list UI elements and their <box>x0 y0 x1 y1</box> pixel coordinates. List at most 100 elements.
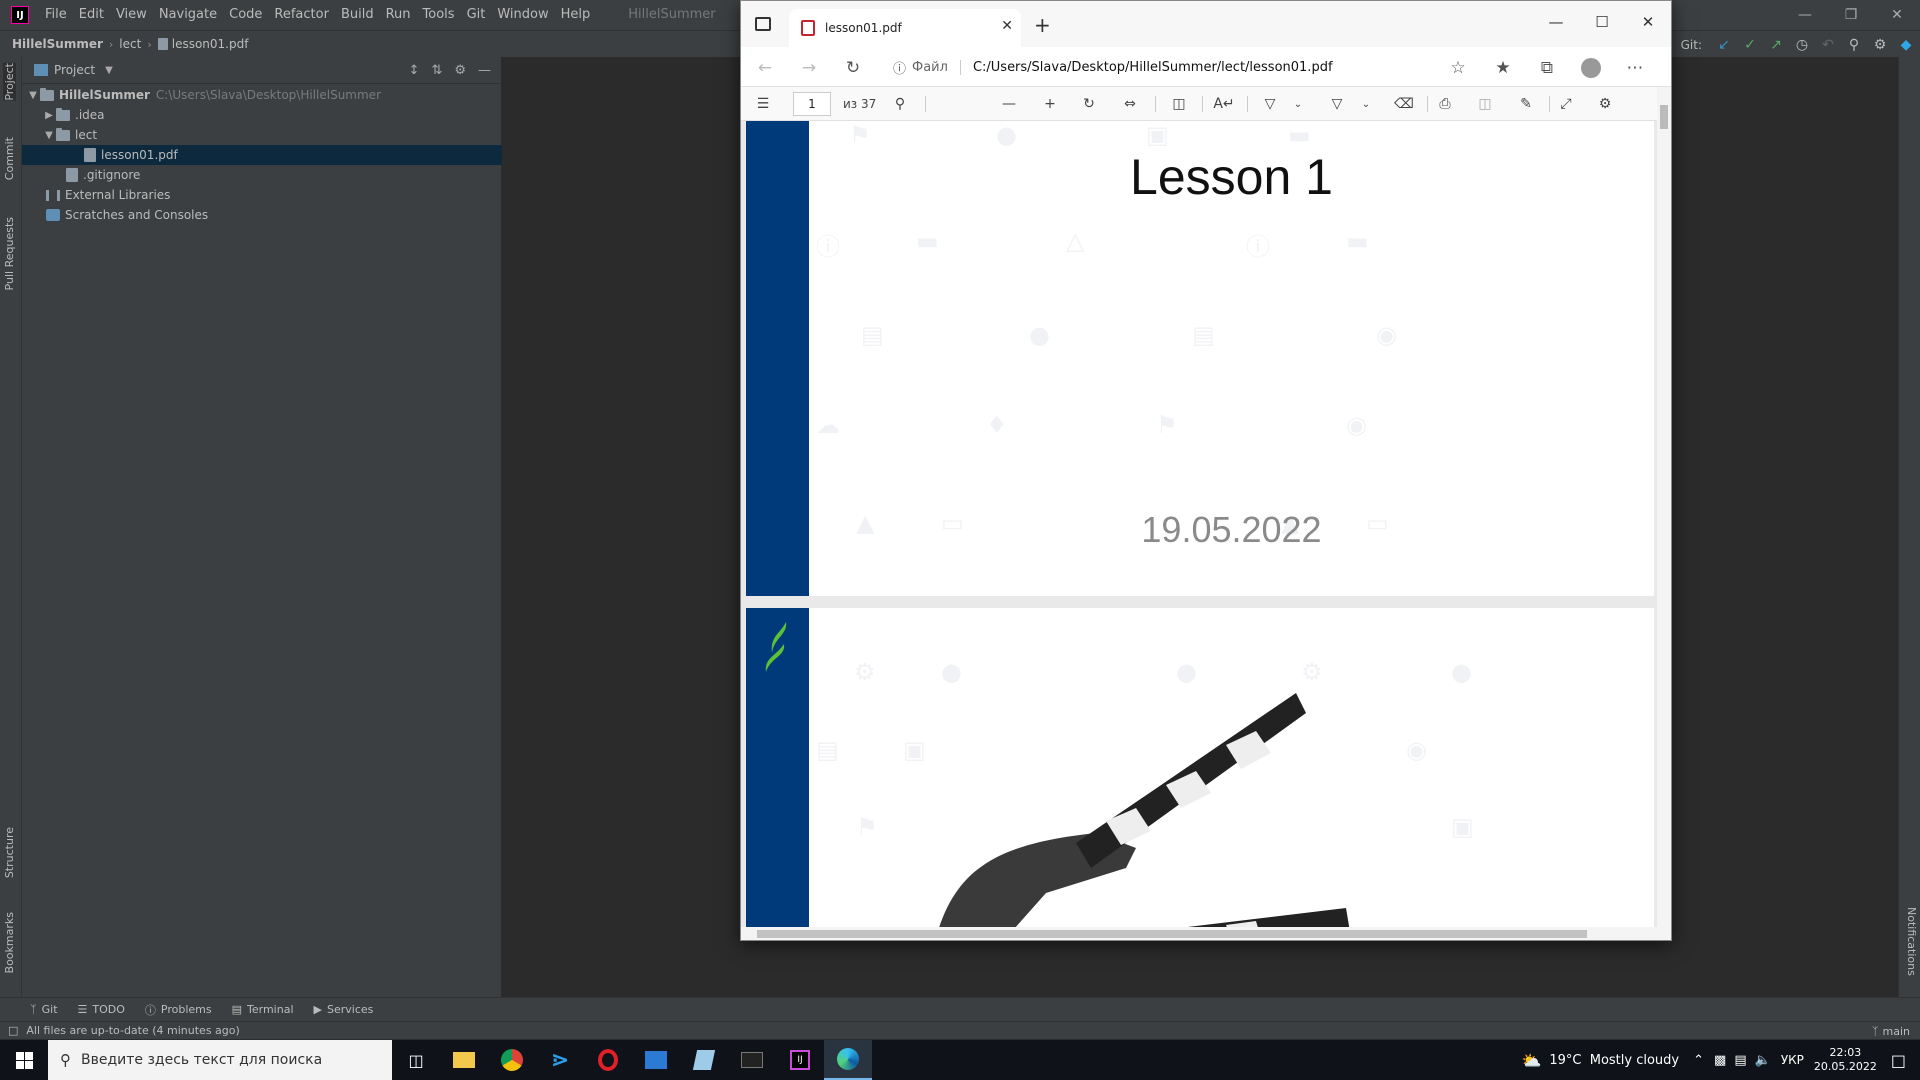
chevron-right-icon[interactable]: ▶ <box>42 110 56 121</box>
menu-run[interactable]: Run <box>380 0 417 30</box>
favorites-icon[interactable]: ★ <box>1491 56 1515 80</box>
back-icon[interactable]: ← <box>753 56 777 80</box>
tab-structure[interactable]: Structure <box>3 827 16 878</box>
minimize-icon[interactable]: — <box>1782 0 1828 30</box>
history-icon[interactable]: ◷ <box>1794 37 1810 53</box>
tab-project[interactable]: Project <box>3 63 16 101</box>
chevron-down-icon[interactable]: ▼ <box>105 65 113 76</box>
chevron-up-icon[interactable]: ⌃ <box>1693 1053 1704 1068</box>
weather-icon[interactable]: ⛅ <box>1521 1051 1541 1070</box>
tree-row-gitignore[interactable]: .gitignore <box>22 165 502 185</box>
notes-icon[interactable] <box>680 1040 728 1080</box>
menu-file[interactable]: File <box>39 0 73 30</box>
profile-icon[interactable] <box>1579 56 1603 80</box>
panel-title[interactable]: Project <box>54 63 95 77</box>
menu-view[interactable]: View <box>110 0 153 30</box>
tree-row-scratches[interactable]: Scratches and Consoles <box>22 205 502 225</box>
vscode-icon[interactable]: ⋗ <box>536 1040 584 1080</box>
fullscreen-icon[interactable]: ⤢ <box>1555 94 1577 114</box>
tab-actions-icon[interactable] <box>755 17 771 31</box>
save-as-icon[interactable]: ✎ <box>1515 94 1537 114</box>
breadcrumb-file[interactable]: lesson01.pdf <box>172 37 249 51</box>
menu-help[interactable]: Help <box>555 0 597 30</box>
windows-start-icon[interactable] <box>0 1040 48 1080</box>
info-icon[interactable]: ⓘ <box>893 58 906 77</box>
read-aloud-icon[interactable]: A↵ <box>1213 94 1235 114</box>
eraser-icon[interactable]: ⌫ <box>1393 94 1415 114</box>
close-tab-icon[interactable]: ✕ <box>1001 18 1013 34</box>
terminal-icon[interactable] <box>728 1040 776 1080</box>
chevron-down-icon[interactable]: ▼ <box>42 130 56 141</box>
language-indicator[interactable]: УКР <box>1781 1053 1804 1067</box>
add-favorite-icon[interactable]: ☆ <box>1446 56 1470 80</box>
tree-row-project-root[interactable]: ▼ HillelSummer C:\Users\Slava\Desktop\Hi… <box>22 85 502 105</box>
restore-icon[interactable]: ❐ <box>1828 0 1874 30</box>
menu-build[interactable]: Build <box>335 0 380 30</box>
chevron-down-icon[interactable]: ⌄ <box>1355 94 1377 114</box>
tab-bookmarks[interactable]: Bookmarks <box>3 912 16 973</box>
tab-notifications[interactable]: Notifications <box>1905 907 1918 976</box>
gear-icon[interactable]: ⚙ <box>1594 94 1616 114</box>
network-icon[interactable]: ▤ <box>1734 1053 1746 1068</box>
fit-width-icon[interactable]: ⇔ <box>1119 94 1141 114</box>
forward-icon[interactable]: → <box>797 56 821 80</box>
tree-row-lesson01[interactable]: lesson01.pdf <box>22 145 502 165</box>
menu-git[interactable]: Git <box>461 0 492 30</box>
contents-icon[interactable]: ☰ <box>752 94 774 114</box>
url-field[interactable]: ⓘ Файл C:/Users/Slava/Desktop/HillelSumm… <box>893 53 1483 81</box>
tab-terminal[interactable]: ▤ Terminal <box>232 1003 294 1016</box>
tree-row-lect[interactable]: ▼ lect <box>22 125 502 145</box>
save-icon[interactable]: ◫ <box>1474 94 1496 114</box>
jetbrains-toolbox-icon[interactable]: ◆ <box>1898 37 1914 53</box>
rollback-icon[interactable]: ↶ <box>1820 37 1836 53</box>
git-push-icon[interactable]: ↗ <box>1768 37 1784 53</box>
volume-icon[interactable]: 🔈 <box>1755 1053 1771 1068</box>
menu-window[interactable]: Window <box>491 0 554 30</box>
notification-center-icon[interactable]: □ <box>1891 1051 1906 1070</box>
clock[interactable]: 22:03 20.05.2022 <box>1814 1046 1877 1074</box>
breadcrumb-folder[interactable]: lect <box>119 37 141 51</box>
page-number-input[interactable]: 1 <box>793 92 831 116</box>
tab-todo[interactable]: ☰ TODO <box>78 1003 125 1016</box>
scrollbar-thumb[interactable] <box>757 930 1587 938</box>
git-update-icon[interactable]: ↙ <box>1716 37 1732 53</box>
horizontal-scrollbar[interactable] <box>741 927 1671 940</box>
tree-row-idea[interactable]: ▶ .idea <box>22 105 502 125</box>
chevron-down-icon[interactable]: ⌄ <box>1287 94 1309 114</box>
tree-row-external-libraries[interactable]: External Libraries <box>22 185 502 205</box>
tab-pull-requests[interactable]: Pull Requests <box>3 217 16 290</box>
search-icon[interactable]: ⚲ <box>889 94 911 114</box>
meet-now-icon[interactable]: ▩ <box>1714 1053 1726 1068</box>
close-icon[interactable]: ✕ <box>1625 7 1671 37</box>
refresh-icon[interactable]: ↻ <box>841 56 865 80</box>
menu-tools[interactable]: Tools <box>417 0 461 30</box>
hide-panel-icon[interactable]: — <box>478 63 491 78</box>
opera-icon[interactable] <box>584 1040 632 1080</box>
zoom-out-icon[interactable]: — <box>998 94 1020 114</box>
gear-icon[interactable]: ⚙ <box>1872 37 1888 53</box>
maximize-icon[interactable]: ☐ <box>1579 7 1625 37</box>
chrome-icon[interactable] <box>488 1040 536 1080</box>
search-icon[interactable]: ⚲ <box>1846 37 1862 53</box>
branch-widget[interactable]: ᛉ main <box>1872 1022 1910 1040</box>
rotate-icon[interactable]: ↻ <box>1078 94 1100 114</box>
status-toggle-icon[interactable]: □ <box>8 1024 18 1037</box>
new-tab-icon[interactable]: + <box>1034 13 1051 37</box>
taskbar-search-input[interactable]: ⚲ Введите здесь текст для поиска <box>48 1040 392 1080</box>
vertical-scrollbar[interactable] <box>1657 87 1671 929</box>
minimize-icon[interactable]: — <box>1533 7 1579 37</box>
zoom-in-icon[interactable]: + <box>1039 94 1061 114</box>
tab-services[interactable]: ▶ Services <box>314 1003 374 1016</box>
browser-tab[interactable]: lesson01.pdf ✕ <box>789 9 1021 47</box>
breadcrumb-project[interactable]: HillelSummer <box>12 37 103 51</box>
tab-problems[interactable]: ⓘ Problems <box>145 1002 212 1018</box>
more-icon[interactable]: ⋯ <box>1623 56 1647 80</box>
highlight-icon[interactable]: ▽ <box>1326 94 1348 114</box>
edge-icon[interactable] <box>824 1040 872 1080</box>
intellij-icon[interactable]: IJ <box>776 1040 824 1080</box>
menu-navigate[interactable]: Navigate <box>153 0 223 30</box>
gear-icon[interactable]: ⚙ <box>454 63 466 78</box>
weather-text[interactable]: 19°C Mostly cloudy <box>1549 1053 1679 1068</box>
pdf-viewer[interactable]: ⚑ ● ▣ ▬ ⓘ ▬ △ ⓘ ▬ ▤ ● ▤ ◉ ☁ ♦ ⚑ ◉ ▲ ▭ ▲ … <box>741 121 1671 929</box>
scrollbar-thumb[interactable] <box>1660 105 1668 129</box>
